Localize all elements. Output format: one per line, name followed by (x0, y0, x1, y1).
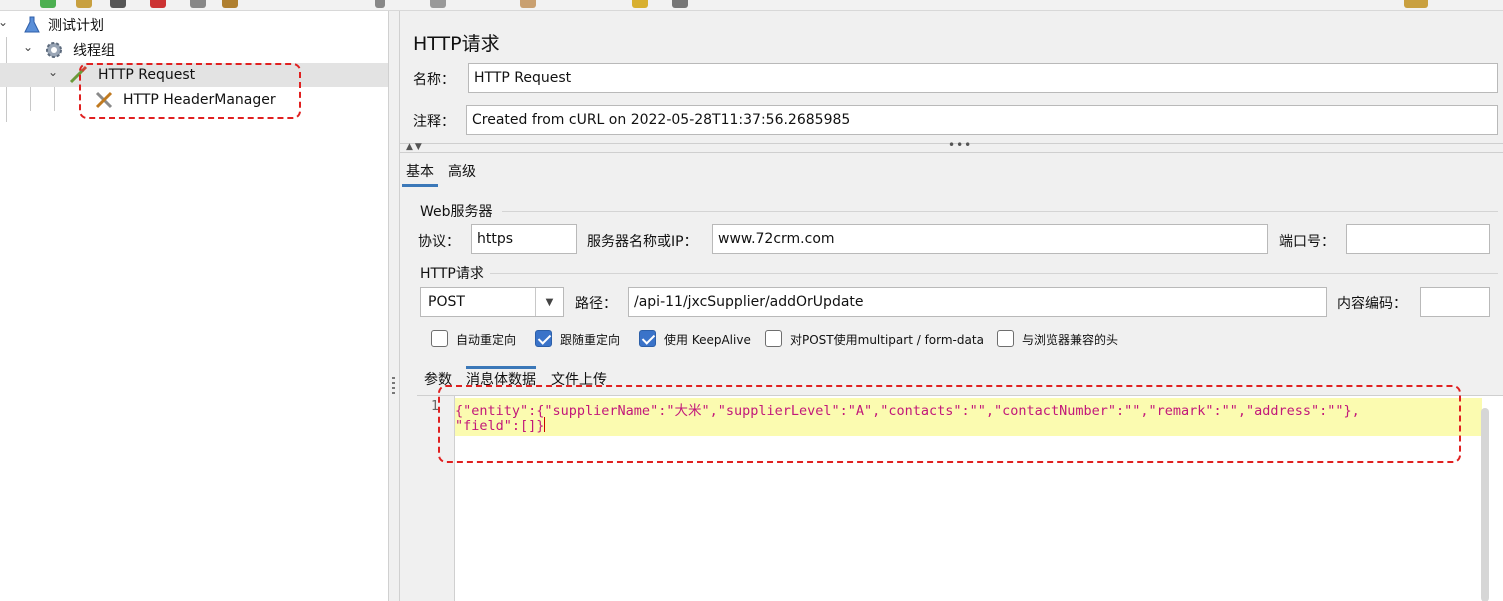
page-title: HTTP请求 (413, 33, 500, 55)
server-field[interactable]: www.72crm.com (712, 224, 1268, 254)
comment-field[interactable]: Created from cURL on 2022-05-28T11:37:56… (466, 105, 1498, 135)
vertical-splitter[interactable] (388, 11, 400, 601)
multipart-checkbox[interactable] (765, 330, 782, 347)
keepalive-label: 使用 KeepAlive (664, 333, 751, 347)
gear-icon (46, 42, 62, 58)
toolbar-stop-icon[interactable] (430, 0, 446, 8)
port-label: 端口号： (1279, 234, 1335, 250)
tab-basic[interactable]: 基本 (402, 161, 438, 187)
tree-item-label: 测试计划 (48, 18, 104, 34)
tree-item-test-plan[interactable]: 测试计划 (0, 13, 388, 37)
tab-advanced[interactable]: 高级 (444, 161, 480, 181)
toolbar-reset-icon[interactable] (672, 0, 688, 8)
encoding-label: 内容编码： (1337, 296, 1407, 312)
web-server-group-title: Web服务器 (420, 204, 493, 220)
port-field[interactable] (1346, 224, 1490, 254)
splitter-grip-icon (392, 377, 395, 395)
group-divider (502, 211, 1498, 212)
tree-item-label: 线程组 (73, 43, 115, 59)
toolbar-new-icon[interactable] (40, 0, 56, 8)
browser-headers-checkbox[interactable] (997, 330, 1014, 347)
toolbar-copy-icon[interactable] (190, 0, 206, 8)
editor-scrollbar[interactable] (1481, 408, 1489, 601)
protocol-field[interactable]: https (471, 224, 577, 254)
path-field[interactable]: /api-11/jxcSupplier/addOrUpdate (628, 287, 1327, 317)
browser-headers-label: 与浏览器兼容的头 (1022, 333, 1119, 347)
method-select[interactable]: POST ▼ (420, 287, 564, 317)
group-divider (490, 273, 1498, 274)
auto-redirect-label: 自动重定向 (456, 333, 517, 347)
toolbar-cut-icon[interactable] (150, 0, 166, 8)
name-field[interactable]: HTTP Request (468, 63, 1498, 93)
chevron-down-icon[interactable]: ▼ (535, 288, 563, 316)
annotation-box-tree (79, 63, 301, 119)
test-plan-tree: ⌄ 测试计划 ⌄ 线程组 HTTP Request ⌄ HTTP HeaderM… (0, 11, 388, 601)
toolbar-templates-icon[interactable] (76, 0, 92, 8)
toolbar-search-icon[interactable] (632, 0, 648, 8)
horizontal-splitter[interactable]: ▲▼ ••• (400, 138, 1503, 153)
server-label: 服务器名称或IP： (587, 234, 698, 250)
main-toolbar (0, 0, 1503, 11)
encoding-field[interactable] (1420, 287, 1490, 317)
name-label: 名称： (413, 72, 455, 88)
protocol-label: 协议： (418, 234, 460, 250)
follow-redirect-checkbox[interactable] (535, 330, 552, 347)
collapse-arrows-icon[interactable]: ▲▼ (406, 142, 424, 152)
chevron-down-icon[interactable]: ⌄ (48, 65, 58, 79)
toolbar-paste-icon[interactable] (222, 0, 238, 8)
toolbar-help-icon[interactable] (1404, 0, 1428, 8)
multipart-label: 对POST使用multipart / form-data (790, 333, 984, 347)
path-label: 路径： (575, 296, 617, 312)
test-plan-flask-icon (24, 16, 40, 33)
toolbar-open-icon[interactable] (110, 0, 126, 8)
splitter-dots-icon: ••• (948, 138, 973, 152)
auto-redirect-checkbox[interactable] (431, 330, 448, 347)
comment-label: 注释： (413, 114, 455, 130)
tree-item-thread-group[interactable]: 线程组 (0, 38, 388, 62)
method-value: POST (428, 294, 465, 310)
toolbar-clear-icon[interactable] (520, 0, 536, 8)
follow-redirect-label: 跟随重定向 (560, 333, 621, 347)
annotation-box-body (438, 385, 1461, 463)
http-request-panel: HTTP请求 名称： HTTP Request 注释： Created from… (400, 11, 1503, 601)
toolbar-start-icon[interactable] (375, 0, 385, 8)
keepalive-checkbox[interactable] (639, 330, 656, 347)
http-request-group-title: HTTP请求 (420, 266, 484, 282)
